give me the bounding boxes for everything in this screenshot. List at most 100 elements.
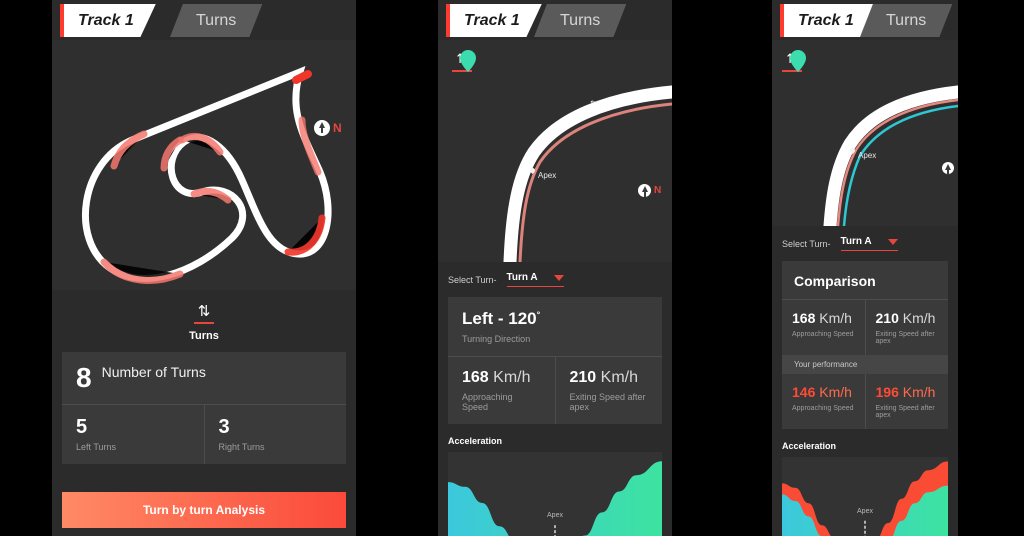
turning-direction-value-wrap: Left - 120° (462, 309, 648, 329)
perf-approach-value: 146 (792, 384, 816, 400)
compass-2: N (638, 184, 661, 197)
total-turns-row: 8 Number of Turns (62, 352, 346, 404)
compass: N (314, 120, 342, 136)
map-tool-icons: ⇅ (452, 50, 484, 72)
acceleration-section-2: Acceleration Apex (438, 436, 672, 536)
approach-speed-value: 168 (462, 369, 489, 386)
comparison-card: Comparison 168 Km/h Approaching Speed 21… (782, 261, 948, 429)
turn-select-dropdown-3[interactable]: Turn A (840, 236, 898, 251)
turn-select-dropdown[interactable]: Turn A (506, 272, 564, 287)
ref-approach-cell: 168 Km/h Approaching Speed (782, 300, 865, 355)
turns-icon-underline (194, 322, 214, 324)
right-turns-value: 3 (218, 416, 230, 438)
tab-bar: Track 1 Turns (52, 0, 356, 40)
track-map[interactable]: A B C D E F G H (52, 40, 356, 290)
ref-exit-wrap: 210 Km/h (876, 310, 939, 326)
degree-symbol: ° (536, 309, 541, 320)
tab-turns-3[interactable]: Turns (860, 4, 953, 37)
perf-exit-cell: 196 Km/h Exiting Speed after apex (864, 374, 949, 429)
turning-direction-value: Left - 120 (462, 309, 537, 328)
select-turn-label-3: Select Turn- (782, 238, 831, 249)
perf-exit-value: 196 (875, 384, 899, 400)
perf-exit-label: Exiting Speed after apex (875, 405, 935, 419)
exit-speed-unit: Km/h (600, 369, 638, 386)
ref-exit-cell: 210 Km/h Exiting Speed after apex (864, 300, 949, 355)
perf-approach-unit: Km/h (819, 384, 852, 400)
turning-direction-cell: Left - 120° Turning Direction (448, 297, 662, 356)
turn-by-turn-analysis-button[interactable]: Turn by turn Analysis (62, 492, 346, 528)
exit-speed-cell: 210 Km/h Exiting Speed after apex (554, 357, 663, 424)
apex-label-3: Apex (858, 151, 877, 160)
compass-3 (942, 162, 954, 174)
compass-needle-icon (314, 120, 330, 136)
apex-chart-label-2: Apex (547, 512, 563, 520)
approach-speed-label: Approaching Speed (462, 392, 513, 412)
turns-breakdown-row: 5 Left Turns 3 Right Turns (62, 404, 346, 464)
turns-section-label: Turns (189, 330, 219, 342)
left-turns-value: 5 (76, 416, 88, 438)
select-turn-label: Select Turn- (448, 274, 497, 285)
comparison-map[interactable]: ⇅ ← Apex (772, 40, 958, 226)
ref-exit-label: Exiting Speed after apex (875, 331, 935, 345)
ref-approach-unit: Km/h (819, 310, 852, 326)
turn-by-turn-analysis-label: Turn by turn Analysis (142, 503, 265, 517)
comparison-path-base (823, 85, 958, 226)
acceleration-chart-3-svg (782, 461, 948, 536)
tab-turns-label-3: Turns (886, 11, 927, 29)
panel-track-overview: Track 1 Turns N ⇅ Turns 8 Number of Turn… (52, 0, 356, 536)
total-turns-label: Number of Turns (101, 364, 206, 380)
acceleration-chart-3[interactable]: Apex (782, 457, 948, 536)
corner-c (190, 188, 232, 204)
track-path-base (81, 66, 332, 282)
right-turns-cell: 3 Right Turns (203, 405, 347, 464)
tab-bar-3: Track 1 Turns (772, 0, 958, 40)
left-turns-cell: 5 Left Turns (62, 405, 204, 464)
acceleration-section-3: Acceleration Apex (772, 441, 958, 536)
select-turn-row: Select Turn- Turn A (438, 262, 672, 287)
corner-a (110, 130, 148, 170)
turning-direction-label: Turning Direction (462, 334, 531, 344)
turns-icon: ⇅ (197, 303, 211, 320)
tab-turns-label: Turns (196, 11, 237, 29)
tab-track-1-3[interactable]: Track 1 (780, 4, 876, 37)
turn-select-value: Turn A (506, 272, 538, 283)
tab-track-1[interactable]: Track 1 (60, 4, 156, 37)
compass-north-label-2: N (654, 185, 662, 196)
turn-map-svg (503, 85, 672, 262)
exit-speed-value: 210 (569, 369, 597, 386)
apex-chart-label-3: Apex (857, 507, 873, 515)
ref-exit-unit: Km/h (902, 310, 936, 326)
turn-map[interactable]: ⇅ ← Apex N (438, 40, 672, 262)
tab-track-1-label-2: Track 1 (464, 11, 520, 29)
apex-label: Apex (538, 171, 557, 180)
speeds-row: 168 Km/h Approaching Speed 210 Km/h Exit… (448, 356, 662, 424)
tab-track-1-label: Track 1 (78, 11, 134, 29)
comparison-title: Comparison (794, 273, 876, 289)
reference-speeds-row: 168 Km/h Approaching Speed 210 Km/h Exit… (782, 299, 948, 355)
acceleration-area-2 (448, 461, 662, 536)
tab-track-1-2[interactable]: Track 1 (446, 4, 542, 37)
turn-detail-card: Left - 120° Turning Direction 168 Km/h A… (448, 297, 662, 424)
tab-track-1-label-3: Track 1 (798, 11, 854, 29)
acceleration-chart-2-svg (448, 461, 662, 536)
compass-needle-icon-3 (942, 162, 954, 174)
select-turn-row-3: Select Turn- Turn A (772, 226, 958, 251)
chevron-down-icon (553, 274, 564, 281)
total-turns-value: 8 (76, 362, 92, 393)
exit-speed-label: Exiting Speed after apex (569, 392, 646, 412)
screenshot-stage: Track 1 Turns N ⇅ Turns 8 Number of Turn… (0, 0, 1024, 536)
direction-arrow-icon: ← (588, 92, 601, 107)
perf-approach-wrap: 146 Km/h (792, 384, 855, 400)
direction-arrow-icon-3: ← (896, 90, 909, 105)
tab-turns[interactable]: Turns (170, 4, 263, 37)
turn-select-value-3: Turn A (840, 236, 872, 247)
acceleration-chart-2[interactable]: Apex (448, 452, 662, 536)
corner-e (178, 133, 224, 156)
approach-speed-cell: 168 Km/h Approaching Speed (448, 357, 555, 424)
ref-exit-value: 210 (875, 310, 899, 326)
corner-b (100, 258, 184, 284)
exit-speed-wrap: 210 Km/h (570, 369, 649, 387)
tab-turns-2[interactable]: Turns (534, 4, 627, 37)
turn-racing-line (518, 102, 672, 262)
panel-turn-comparison: Track 1 Turns ⇅ ← (772, 0, 958, 536)
